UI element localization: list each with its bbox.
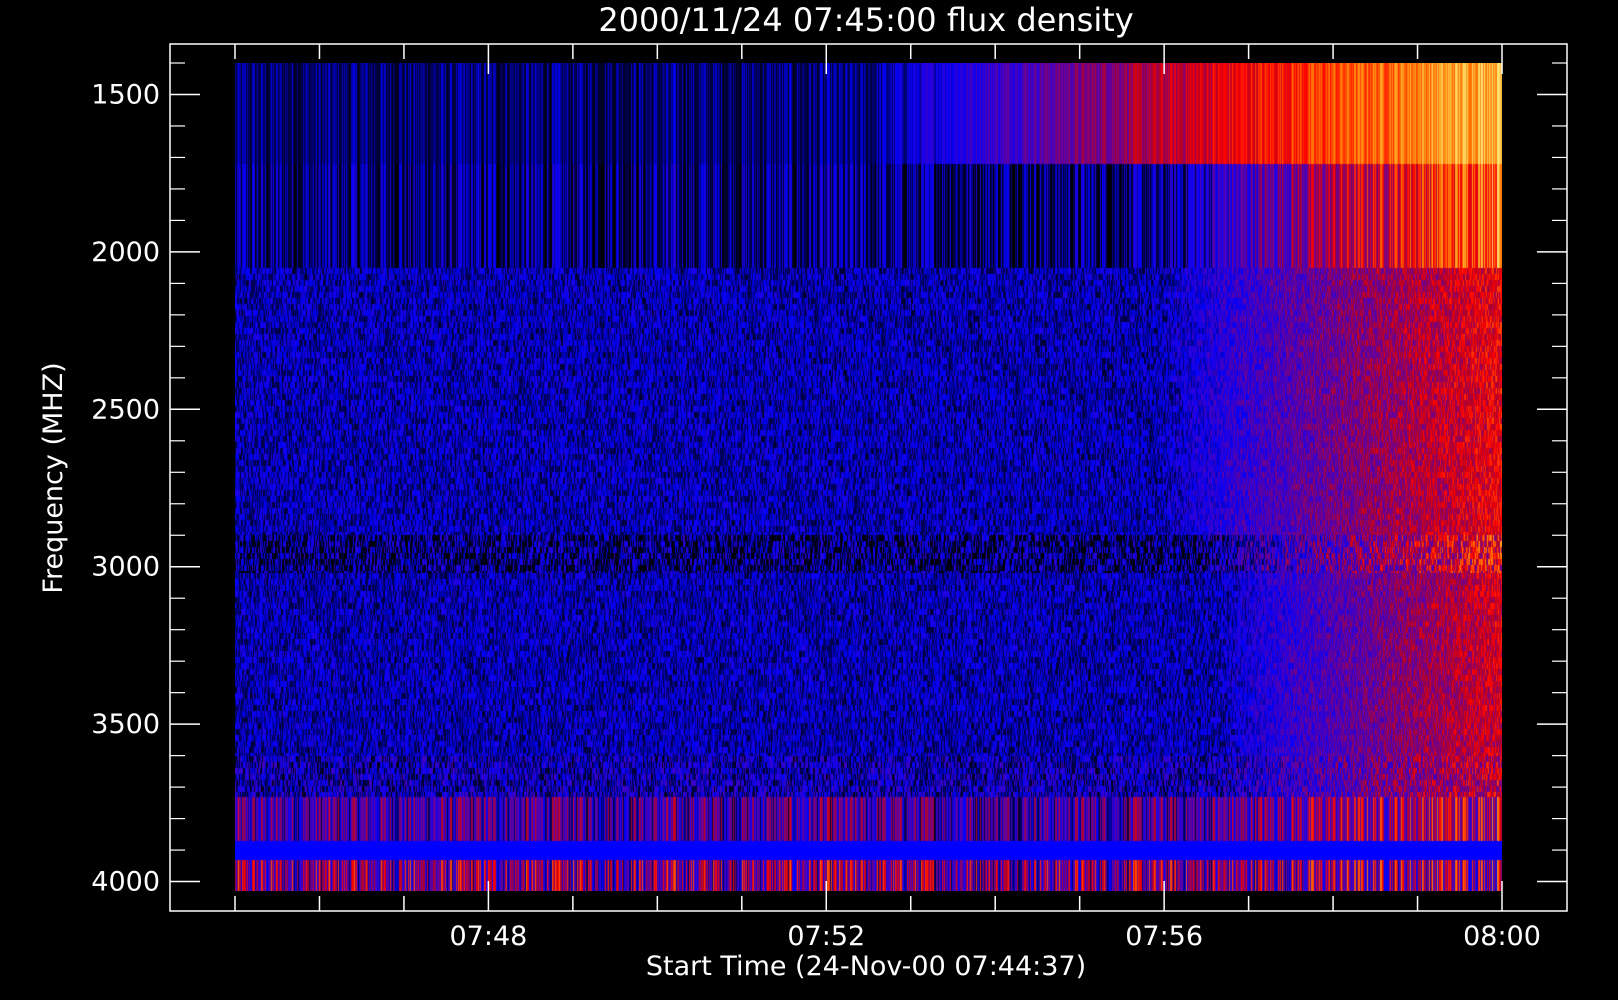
x-tick-label: 07:52 [787,921,865,952]
x-tick-label: 07:48 [449,921,527,952]
x-axis-label: Start Time (24-Nov-00 07:44:37) [646,951,1086,982]
x-tick-label: 07:56 [1125,921,1203,952]
spectrogram-chart: 2000/11/24 07:45:00 flux density 1500 200… [0,0,1618,1000]
spectrogram-svg: 2000/11/24 07:45:00 flux density 1500 200… [0,0,1618,1000]
chart-title: 2000/11/24 07:45:00 flux density [598,1,1133,39]
y-axis-label: Frequency (MHZ) [38,362,69,593]
y-tick-label: 1500 [91,79,160,110]
y-tick-label: 4000 [91,867,160,898]
y-tick-label: 2000 [91,237,160,268]
y-tick-label: 3000 [91,552,160,583]
x-tick-label: 08:00 [1463,921,1541,952]
heatmap-container [235,63,1502,891]
heatmap-canvas [235,63,1502,891]
y-tick-label: 3500 [91,709,160,740]
y-tick-label: 2500 [91,394,160,425]
